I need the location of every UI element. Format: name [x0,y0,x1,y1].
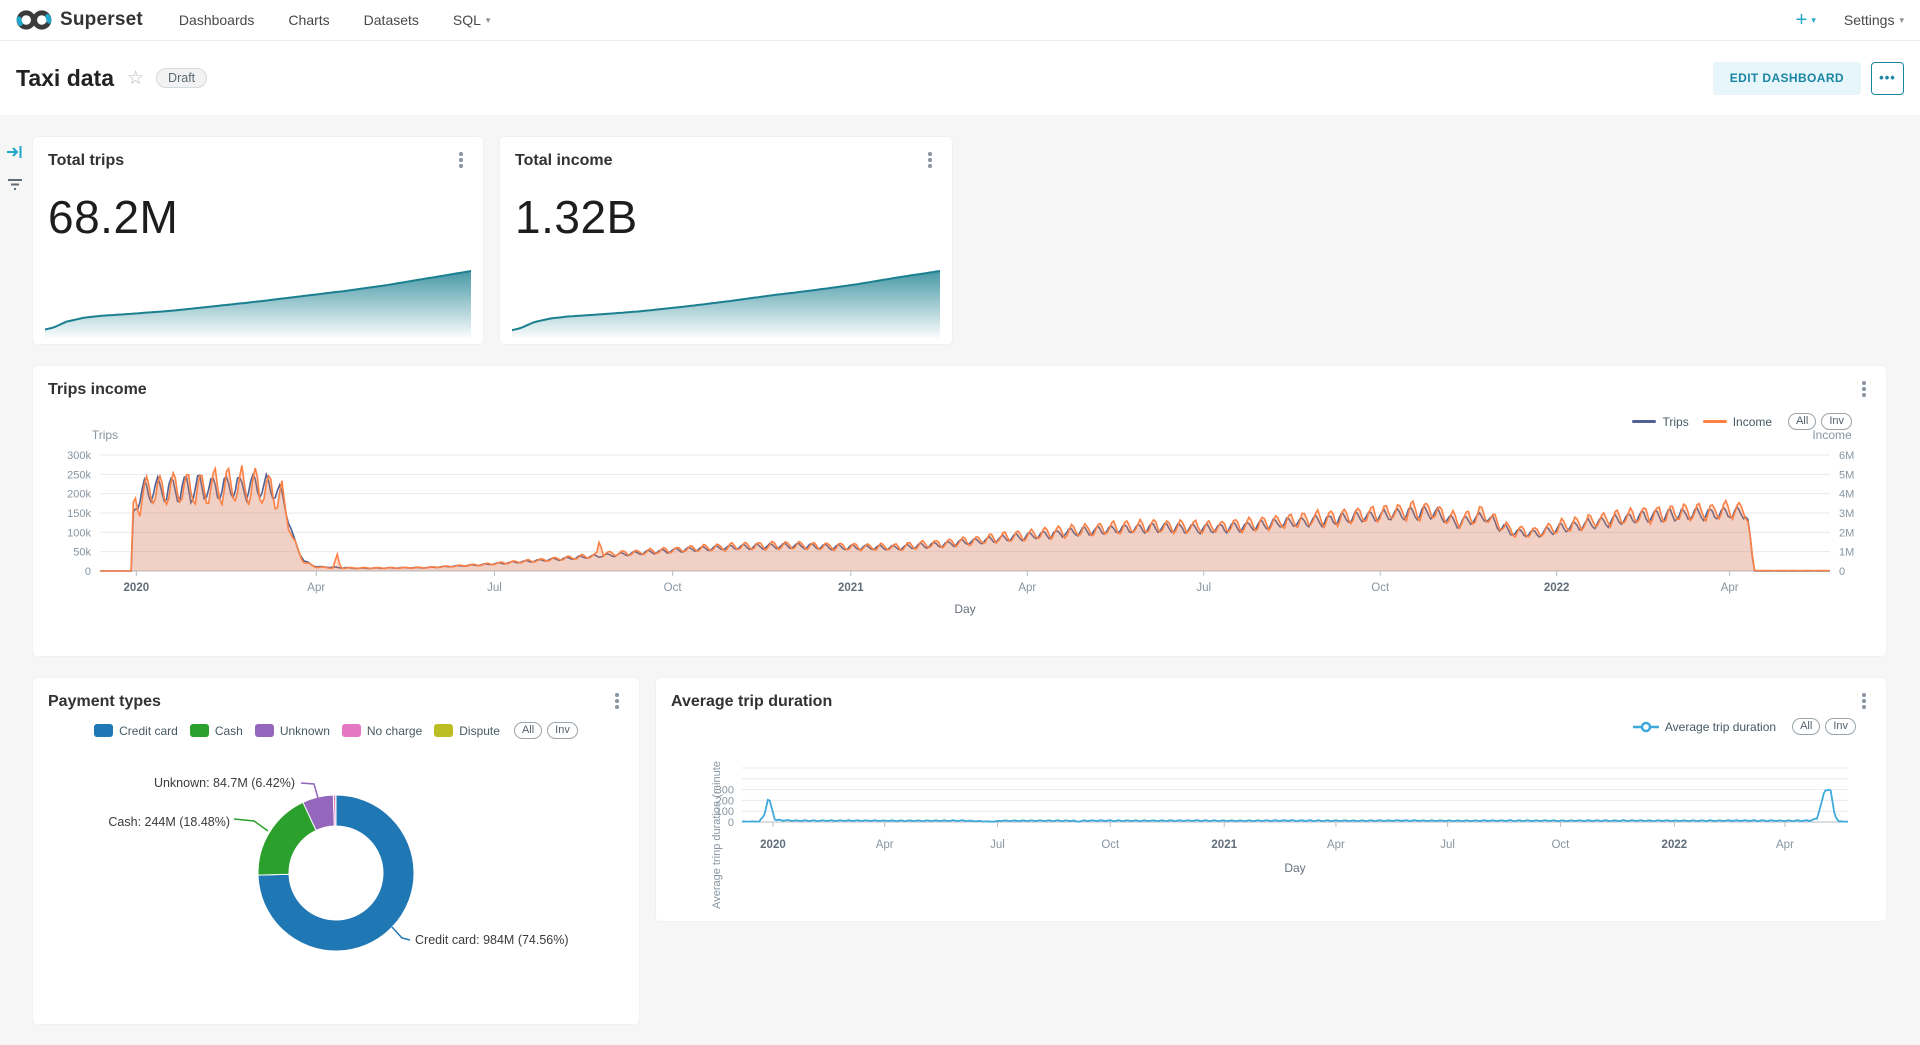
svg-text:Average trinp duration (minute: Average trinp duration (minute [711,761,723,909]
svg-text:Oct: Oct [664,582,683,594]
chart-card-total-income: Total income 1.32B [500,137,952,344]
svg-text:300k: 300k [67,450,91,462]
legend-line-marker [1703,420,1727,423]
legend-pill-all[interactable]: All [1788,413,1816,430]
kebab-menu-icon[interactable] [1856,380,1872,398]
legend-line-circle-marker [1633,721,1659,733]
donut-slice-label: Cash: 244M (18.48%) [108,815,230,829]
nav-item-charts[interactable]: Charts [288,12,329,28]
sparkline-total-income [512,266,940,338]
expand-filter-panel-icon[interactable] [6,143,24,161]
kebab-menu-icon[interactable] [453,151,469,169]
legend-trips-income: Trips Income All Inv [1632,413,1852,430]
legend-pill-inv[interactable]: Inv [1825,718,1856,735]
page-title: Taxi data [16,65,114,92]
favorite-star-icon[interactable]: ☆ [127,67,144,90]
edit-dashboard-button[interactable]: EDIT DASHBOARD [1713,62,1861,95]
kpi-value: 68.2M [48,190,178,244]
svg-text:2021: 2021 [838,582,864,594]
svg-text:Apr: Apr [1776,839,1794,851]
svg-text:2021: 2021 [1211,839,1237,851]
legend-pill-all[interactable]: All [1792,718,1820,735]
more-options-button[interactable]: ••• [1871,62,1904,95]
kpi-value: 1.32B [515,190,638,244]
plus-icon: + [1796,10,1808,30]
filter-funnel-icon[interactable] [6,175,24,193]
dashboard-header: Taxi data ☆ Draft EDIT DASHBOARD ••• [0,41,1920,115]
svg-text:2022: 2022 [1662,839,1688,851]
sparkline-total-trips [45,266,471,338]
legend-line-marker [1632,420,1656,423]
svg-text:Jul: Jul [487,582,502,594]
svg-text:4M: 4M [1839,489,1854,501]
svg-text:150k: 150k [67,508,91,520]
svg-text:2022: 2022 [1544,582,1570,594]
svg-text:5M: 5M [1839,469,1854,481]
svg-text:2020: 2020 [124,582,150,594]
legend-item-income[interactable]: Income [1703,415,1772,429]
chart-card-payment-types: Payment types Credit cardCashUnknownNo c… [33,678,639,1024]
status-badge: Draft [156,68,207,88]
svg-text:50k: 50k [73,547,91,559]
svg-text:0: 0 [1839,566,1845,578]
chart-card-trips-income: Trips income TripsIncomeAllInv 300k6M250… [33,366,1886,656]
svg-text:250k: 250k [67,469,91,481]
svg-text:Day: Day [1284,861,1305,875]
svg-text:Apr: Apr [1721,582,1739,594]
nav-item-dashboards[interactable]: Dashboards [179,12,255,28]
kebab-menu-icon[interactable] [1856,692,1872,710]
svg-text:6M: 6M [1839,450,1854,462]
chart-title: Total trips [48,152,124,170]
filter-bar [6,143,24,193]
donut-slice-label: Credit card: 984M (74.56%) [415,933,569,947]
chart-title: Total income [515,152,613,170]
infinity-logo-icon [16,9,52,31]
avg-trip-duration-chart[interactable]: 01002003002020AprJulOct2021AprJulOct2022… [656,678,1886,921]
svg-text:Jul: Jul [1440,839,1455,851]
chart-title: Trips income [48,381,147,399]
chart-card-avg-trip-duration: Average trip duration Average trip durat… [656,678,1886,921]
svg-text:Apr: Apr [876,839,894,851]
svg-text:Apr: Apr [307,582,325,594]
svg-text:1M: 1M [1839,547,1854,559]
svg-text:Oct: Oct [1371,582,1390,594]
svg-text:200k: 200k [67,489,91,501]
top-navbar: Superset Dashboards Charts Datasets SQL▾… [0,0,1920,41]
chart-card-total-trips: Total trips 68.2M [33,137,483,344]
svg-text:Day: Day [954,602,975,616]
svg-text:100k: 100k [67,527,91,539]
legend-item-trips[interactable]: Trips [1632,415,1688,429]
donut-slice-label: Unknown: 84.7M (6.42%) [154,776,295,790]
chevron-down-icon: ▾ [486,16,491,25]
payment-types-donut-chart[interactable]: Unknown: 84.7M (6.42%) Cash: 244M (18.48%… [33,678,639,1024]
svg-text:2020: 2020 [760,839,786,851]
legend-item-average-trip-duration[interactable]: Average trip duration [1633,720,1776,734]
svg-text:2M: 2M [1839,527,1854,539]
chart-title: Average trip duration [671,693,832,711]
svg-text:3M: 3M [1839,508,1854,520]
trips-income-chart[interactable]: 300k 6M 250k 5M 200k 4M 150k 3M 100k 2M 50k 1M 0 0 Tri… [33,366,1886,656]
settings-menu[interactable]: Settings▾ [1844,12,1904,28]
svg-text:Oct: Oct [1101,839,1120,851]
svg-text:Jul: Jul [1196,582,1211,594]
svg-text:Oct: Oct [1551,839,1570,851]
nav-item-datasets[interactable]: Datasets [364,12,419,28]
chevron-down-icon: ▾ [1899,16,1904,25]
nav-item-sql[interactable]: SQL▾ [453,12,491,28]
legend-avg-trip-duration: Average trip duration All Inv [1633,718,1856,735]
brand-name: Superset [60,9,143,31]
chevron-down-icon: ▾ [1811,15,1816,26]
legend-pill-inv[interactable]: Inv [1821,413,1852,430]
svg-text:Trips: Trips [92,428,118,442]
kebab-menu-icon[interactable] [922,151,938,169]
svg-text:Apr: Apr [1018,582,1036,594]
svg-text:0: 0 [85,566,91,578]
new-item-button[interactable]: + ▾ [1796,10,1816,30]
svg-text:0: 0 [728,817,734,829]
svg-text:Jul: Jul [990,839,1005,851]
svg-text:Apr: Apr [1327,839,1345,851]
svg-text:Income: Income [1812,428,1852,442]
superset-logo[interactable]: Superset [16,9,143,31]
